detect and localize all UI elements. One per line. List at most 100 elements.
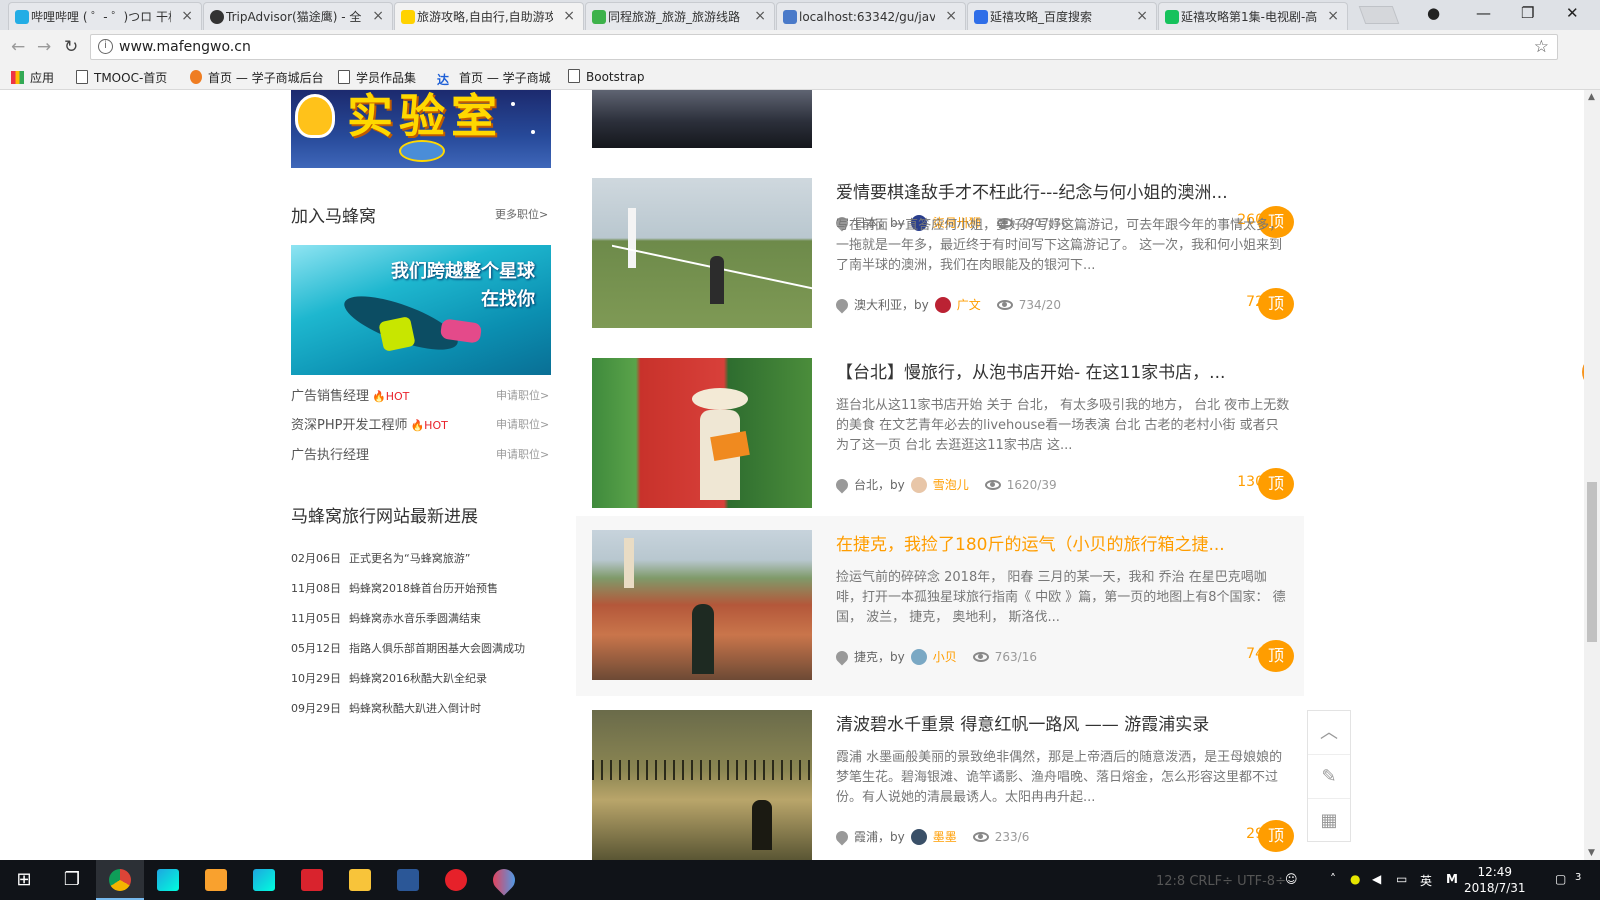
bookmark-apps[interactable]: 应用	[11, 69, 54, 86]
avatar[interactable]	[910, 648, 927, 665]
travelogue-title[interactable]: 清波碧水千重景 得意红帆一路风 —— 游霞浦实录	[836, 710, 1256, 735]
site-info-icon[interactable]: i	[98, 39, 113, 54]
close-window-icon[interactable]: ✕	[1566, 4, 1579, 22]
volume-icon[interactable]: ◀	[1372, 872, 1381, 886]
job-item[interactable]: 广告销售经理 🔥HOT	[291, 385, 409, 404]
scroll-up-icon[interactable]: ▲	[1588, 92, 1595, 102]
action-center-icon[interactable]: ▢	[1555, 872, 1566, 886]
travelogue-item-hovered[interactable]: 在捷克，我捡了180斤的运气（小贝的旅行箱之捷... 捡运气前的碎碎念 2018…	[576, 516, 1304, 696]
close-tab-icon[interactable]: ×	[754, 8, 766, 24]
close-tab-icon[interactable]: ×	[372, 8, 384, 24]
author-link[interactable]: 广文	[957, 296, 981, 313]
ime-indicator[interactable]: 英	[1420, 872, 1432, 889]
write-pencil-icon[interactable]: ✎	[1308, 755, 1350, 799]
tab-bilibili[interactable]: 哔哩哔哩 ( ゜- ゜)つロ 干杯 ×	[8, 2, 202, 30]
travelogue-thumbnail[interactable]	[592, 530, 812, 680]
minimize-icon[interactable]: —	[1476, 4, 1491, 22]
upvote-button[interactable]: 顶	[1258, 640, 1294, 672]
close-tab-icon[interactable]: ×	[1327, 8, 1339, 24]
travelogue-title[interactable]: 在捷克，我捡了180斤的运气（小贝的旅行箱之捷...	[836, 530, 1256, 555]
news-item[interactable]: 05月12日 指路人俱乐部首期困基大会圆满成功	[291, 640, 525, 656]
webstorm-taskbar-icon[interactable]	[144, 860, 192, 900]
ime-mode-icon[interactable]: M	[1446, 872, 1458, 886]
back-arrow-icon[interactable]: ←	[11, 37, 25, 57]
news-item[interactable]: 02月06日 正式更名为“马蜂窝旅游”	[291, 550, 470, 566]
app-taskbar-icon[interactable]	[288, 860, 336, 900]
author-link[interactable]: 小贝	[933, 648, 957, 665]
avatar[interactable]	[934, 296, 951, 313]
url-text[interactable]: www.mafengwo.cn	[119, 39, 251, 55]
tab-localhost[interactable]: localhost:63342/gu/jav ×	[776, 2, 966, 30]
back-to-top-icon[interactable]: ︿	[1308, 711, 1350, 755]
author-link[interactable]: 雪泡儿	[933, 476, 969, 493]
news-item[interactable]: 11月05日 蚂蜂窝赤水音乐季圆满结束	[291, 610, 481, 626]
windows-start-icon[interactable]: ⊞	[0, 860, 48, 900]
show-hidden-icons-icon[interactable]: ˄	[1330, 872, 1336, 886]
chrome-taskbar-icon[interactable]	[96, 860, 144, 900]
maps-taskbar-icon[interactable]	[480, 860, 528, 900]
travelogue-thumbnail[interactable]	[592, 710, 812, 860]
avatar[interactable]	[910, 828, 927, 845]
close-tab-icon[interactable]: ×	[563, 8, 575, 24]
news-item[interactable]: 10月29日 蚂蜂窝2016秋酷大趴全纪录	[291, 670, 487, 686]
task-view-icon[interactable]: ❐	[48, 860, 96, 900]
system-clock[interactable]: 12:49 2018/7/31	[1464, 864, 1526, 896]
close-tab-icon[interactable]: ×	[945, 8, 957, 24]
bookmark-bootstrap[interactable]: Bootstrap	[568, 69, 644, 84]
travelogue-item[interactable]: 日本， by 柒月卅狮 2907/56 260 顶	[576, 90, 1304, 238]
new-tab-button[interactable]	[1358, 6, 1400, 24]
travelogue-item[interactable]: 清波碧水千重景 得意红帆一路风 —— 游霞浦实录 霞浦 水墨画般美丽的景致绝非偶…	[576, 710, 1304, 860]
bookmark-tmooc[interactable]: TMOOC-首页	[76, 69, 167, 86]
security-shield-icon[interactable]: ●	[1350, 872, 1360, 886]
apply-link[interactable]: 申请职位>	[496, 387, 549, 403]
tab-tripadvisor[interactable]: TripAdvisor(猫途鹰) - 全 ×	[203, 2, 393, 30]
scroll-down-icon[interactable]: ▼	[1588, 848, 1595, 858]
close-tab-icon[interactable]: ×	[1136, 8, 1148, 24]
travelogue-title[interactable]: 【台北】慢旅行，从泡书店开始- 在这11家书店，...	[836, 358, 1256, 383]
travelogue-thumbnail[interactable]	[592, 358, 812, 508]
sublime-taskbar-icon[interactable]	[192, 860, 240, 900]
tab-iqiyi[interactable]: 延禧攻略第1集-电视剧-高 ×	[1158, 2, 1348, 30]
word-taskbar-icon[interactable]	[384, 860, 432, 900]
netease-music-taskbar-icon[interactable]	[432, 860, 480, 900]
news-item[interactable]: 09月29日 蚂蜂窝秋酷大趴进入倒计时	[291, 700, 481, 716]
tab-baidu[interactable]: 延禧攻略_百度搜索 ×	[967, 2, 1157, 30]
upvote-button[interactable]: 顶	[1258, 288, 1294, 320]
vertical-scrollbar[interactable]: ▲ ▼	[1584, 90, 1600, 860]
bookmark-xuezi-home[interactable]: 达首页 — 学子商城	[437, 69, 551, 87]
travelogue-thumbnail[interactable]	[592, 90, 812, 148]
apply-link[interactable]: 申请职位>	[496, 446, 549, 462]
tab-ly[interactable]: 同程旅游_旅游_旅游线路 ×	[585, 2, 775, 30]
maximize-icon[interactable]: ❐	[1521, 4, 1534, 22]
more-jobs-link[interactable]: 更多职位>	[495, 206, 548, 222]
upvote-button[interactable]: 顶	[1258, 820, 1294, 852]
job-item[interactable]: 广告执行经理	[291, 444, 369, 463]
tab-mafengwo[interactable]: 旅游攻略,自由行,自助游攻 ×	[394, 2, 584, 30]
travelogue-item[interactable]: 爱情要棋逢敌手才不枉此行---纪念与何小姐的澳洲... 写在前面 一直答应何小姐…	[576, 178, 1304, 352]
bookmark-works[interactable]: 学员作品集	[338, 69, 416, 86]
reload-icon[interactable]: ↻	[64, 37, 78, 57]
scrollbar-thumb[interactable]	[1587, 482, 1597, 642]
travelogue-thumbnail[interactable]	[592, 178, 812, 328]
close-tab-icon[interactable]: ×	[181, 8, 193, 24]
file-explorer-taskbar-icon[interactable]	[336, 860, 384, 900]
profile-icon[interactable]: ●	[1427, 4, 1440, 22]
bookmark-star-icon[interactable]: ☆	[1534, 37, 1549, 57]
forward-arrow-icon[interactable]: →	[37, 37, 51, 57]
omnibox[interactable]: i www.mafengwo.cn ☆	[90, 34, 1558, 60]
job-item[interactable]: 资深PHP开发工程师 🔥HOT	[291, 414, 448, 433]
bookmark-xuezi-admin[interactable]: 首页 — 学子商城后台	[190, 69, 324, 86]
qr-code-icon[interactable]: ▦	[1308, 799, 1350, 843]
join-banner[interactable]: 我们跨越整个星球 在找你	[291, 245, 551, 375]
lab-banner[interactable]: 实验室	[291, 90, 551, 168]
travelogue-item[interactable]: 【台北】慢旅行，从泡书店开始- 在这11家书店，... 逛台北从这11家书店开始…	[576, 358, 1304, 532]
travelogue-title[interactable]: 爱情要棋逢敌手才不枉此行---纪念与何小姐的澳洲...	[836, 178, 1256, 203]
news-item[interactable]: 11月08日 蚂蜂窝2018蜂首台历开始预售	[291, 580, 498, 596]
apply-link[interactable]: 申请职位>	[496, 416, 549, 432]
network-icon[interactable]: ▭	[1396, 872, 1407, 886]
avatar[interactable]	[910, 476, 927, 493]
people-icon[interactable]: ☺	[1285, 872, 1298, 886]
upvote-button[interactable]: 顶	[1258, 468, 1294, 500]
author-link[interactable]: 墨墨	[933, 828, 957, 845]
webstorm-taskbar-icon[interactable]	[240, 860, 288, 900]
